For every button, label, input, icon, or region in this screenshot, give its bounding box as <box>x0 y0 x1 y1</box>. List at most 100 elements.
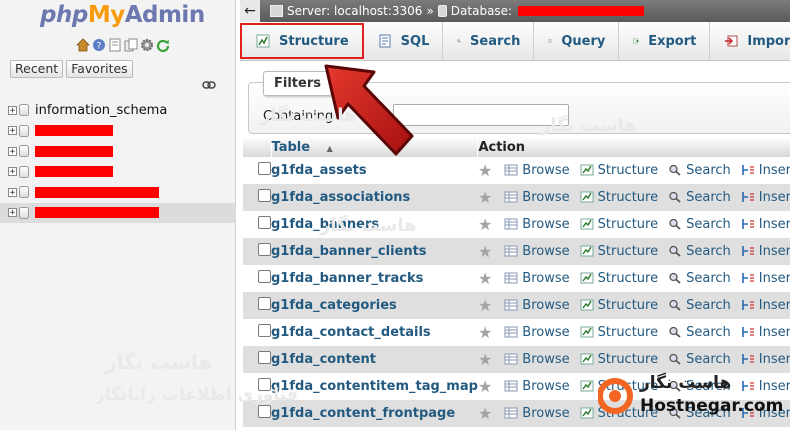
reload-icon[interactable] <box>156 38 170 52</box>
row-checkbox[interactable] <box>258 189 271 202</box>
insert-action[interactable]: Insert <box>741 244 790 259</box>
expand-icon[interactable]: + <box>8 167 17 177</box>
row-checkbox[interactable] <box>258 405 271 418</box>
tab-import[interactable]: Import <box>710 22 790 60</box>
database-item[interactable]: + <box>8 141 236 162</box>
database-item[interactable]: + information_schema <box>8 100 236 121</box>
redacted-database-name[interactable] <box>35 125 113 137</box>
expand-icon[interactable]: + <box>8 187 17 197</box>
row-checkbox[interactable] <box>258 378 271 391</box>
favorite-star-icon[interactable]: ★ <box>478 296 492 315</box>
tab-structure[interactable]: Structure <box>240 23 364 59</box>
table-name-link[interactable]: g1fda_contact_details <box>271 325 431 340</box>
structure-action[interactable]: Structure <box>580 163 658 178</box>
info-icon[interactable]: ? <box>92 38 106 52</box>
browse-action[interactable]: Browse <box>504 325 570 340</box>
structure-action[interactable]: Structure <box>580 190 658 205</box>
browse-action[interactable]: Browse <box>504 271 570 286</box>
row-checkbox[interactable] <box>258 297 271 310</box>
search-action[interactable]: Search <box>668 244 731 259</box>
structure-action[interactable]: Structure <box>580 271 658 286</box>
database-name[interactable]: information_schema <box>35 103 167 118</box>
favorite-star-icon[interactable]: ★ <box>478 242 492 261</box>
structure-action[interactable]: Structure <box>580 352 658 367</box>
link-icon[interactable] <box>202 80 216 90</box>
row-checkbox[interactable] <box>258 243 271 256</box>
search-action[interactable]: Search <box>668 190 731 205</box>
browse-action[interactable]: Browse <box>504 379 570 394</box>
browse-action[interactable]: Browse <box>504 163 570 178</box>
expand-icon[interactable]: + <box>8 105 17 115</box>
structure-action[interactable]: Structure <box>580 325 658 340</box>
search-action[interactable]: Search <box>668 163 731 178</box>
favorite-star-icon[interactable]: ★ <box>478 404 492 423</box>
table-name-link[interactable]: g1fda_categories <box>271 298 397 313</box>
search-action[interactable]: Search <box>668 271 731 286</box>
tab-search[interactable]: Search <box>443 22 535 60</box>
structure-action[interactable]: Structure <box>580 217 658 232</box>
structure-action[interactable]: Structure <box>580 298 658 313</box>
table-name-link[interactable]: g1fda_banners <box>271 217 379 232</box>
search-action[interactable]: Search <box>668 298 731 313</box>
recent-button[interactable]: Recent <box>10 60 64 78</box>
insert-action[interactable]: Insert <box>741 271 790 286</box>
settings-icon[interactable] <box>140 38 154 52</box>
collapse-arrow-icon[interactable]: ← <box>240 0 260 22</box>
favorite-star-icon[interactable]: ★ <box>478 350 492 369</box>
breadcrumb-server[interactable]: Server: localhost:3306 <box>287 4 422 18</box>
redacted-database-name[interactable] <box>35 145 113 157</box>
tab-query[interactable]: Query <box>534 22 620 60</box>
browse-action[interactable]: Browse <box>504 244 570 259</box>
redacted-database-name[interactable] <box>35 186 159 198</box>
table-name-link[interactable]: g1fda_content <box>271 352 376 367</box>
table-name-link[interactable]: g1fda_banner_clients <box>271 244 427 259</box>
filter-input[interactable] <box>393 104 569 126</box>
row-checkbox[interactable] <box>258 324 271 337</box>
browse-action[interactable]: Browse <box>504 217 570 232</box>
favorites-button[interactable]: Favorites <box>66 60 133 78</box>
copy-icon[interactable] <box>124 38 138 52</box>
search-action[interactable]: Search <box>668 352 731 367</box>
breadcrumb-database[interactable]: Database: <box>451 4 512 18</box>
insert-action[interactable]: Insert <box>741 325 790 340</box>
favorite-star-icon[interactable]: ★ <box>478 188 492 207</box>
insert-action[interactable]: Insert <box>741 298 790 313</box>
favorite-star-icon[interactable]: ★ <box>478 161 492 180</box>
tab-sql[interactable]: SQL <box>364 22 444 60</box>
row-checkbox[interactable] <box>258 270 271 283</box>
database-item[interactable]: + <box>8 162 236 183</box>
insert-action[interactable]: Insert <box>741 163 790 178</box>
row-checkbox[interactable] <box>258 351 271 364</box>
table-name-link[interactable]: g1fda_contentitem_tag_map <box>271 379 478 394</box>
browse-action[interactable]: Browse <box>504 298 570 313</box>
browse-action[interactable]: Browse <box>504 352 570 367</box>
search-action[interactable]: Search <box>668 217 731 232</box>
favorite-star-icon[interactable]: ★ <box>478 269 492 288</box>
database-item[interactable]: + <box>8 121 236 142</box>
database-item[interactable]: + <box>0 202 236 223</box>
expand-icon[interactable]: + <box>8 126 17 136</box>
table-name-link[interactable]: g1fda_assets <box>271 163 367 178</box>
favorite-star-icon[interactable]: ★ <box>478 215 492 234</box>
home-icon[interactable] <box>76 38 90 52</box>
table-name-link[interactable]: g1fda_content_frontpage <box>271 406 455 421</box>
tab-export[interactable]: Export <box>619 22 711 60</box>
phpmyadmin-logo[interactable]: phpMyAdmin <box>40 2 205 28</box>
browse-action[interactable]: Browse <box>504 406 570 421</box>
insert-action[interactable]: Insert <box>741 190 790 205</box>
docs-icon[interactable] <box>108 38 122 52</box>
browse-action[interactable]: Browse <box>504 190 570 205</box>
structure-action[interactable]: Structure <box>580 244 658 259</box>
favorite-star-icon[interactable]: ★ <box>478 377 492 396</box>
expand-icon[interactable]: + <box>8 146 17 156</box>
table-name-link[interactable]: g1fda_banner_tracks <box>271 271 423 286</box>
table-name-link[interactable]: g1fda_associations <box>271 190 410 205</box>
database-item[interactable]: + <box>8 182 236 203</box>
expand-icon[interactable]: + <box>8 208 17 218</box>
redacted-database-name[interactable] <box>35 207 159 219</box>
insert-action[interactable]: Insert <box>741 217 790 232</box>
favorite-star-icon[interactable]: ★ <box>478 323 492 342</box>
redacted-database-name[interactable] <box>35 166 113 178</box>
search-action[interactable]: Search <box>668 325 731 340</box>
row-checkbox[interactable] <box>258 162 271 175</box>
